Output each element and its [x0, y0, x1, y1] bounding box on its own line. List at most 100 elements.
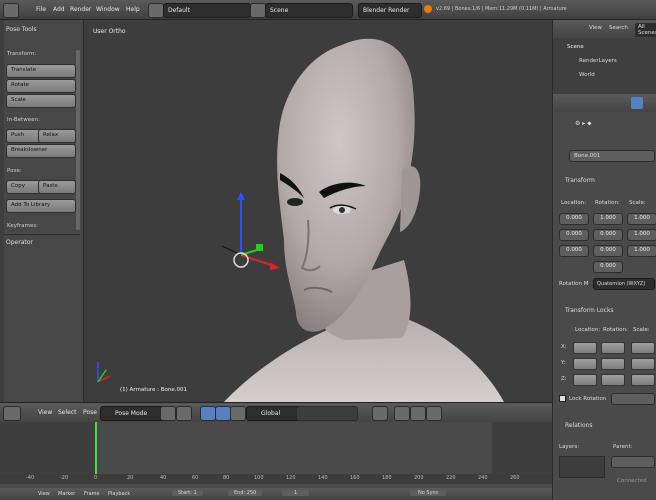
- outliner-view-menu[interactable]: View: [589, 25, 602, 31]
- bone-name-field[interactable]: Bone.001: [569, 150, 655, 162]
- outliner-tree[interactable]: Scene RenderLayers World: [553, 38, 656, 94]
- orientation-select[interactable]: Global: [246, 406, 302, 421]
- start-frame-field[interactable]: Start: 1: [172, 490, 203, 496]
- rotate-button[interactable]: Rotate: [6, 79, 76, 93]
- menu-pose[interactable]: Pose: [83, 409, 97, 416]
- lock-scale-y[interactable]: [631, 358, 655, 370]
- relax-button[interactable]: Relax: [38, 129, 76, 143]
- lock-scale-z[interactable]: [631, 374, 655, 386]
- lock-rotation-y[interactable]: [601, 358, 625, 370]
- 3d-viewport[interactable]: User Ortho (1) Armature: Bone.001: [84, 20, 552, 402]
- operator-panel-title[interactable]: Operator: [6, 239, 33, 246]
- end-frame-field[interactable]: End: 250: [228, 490, 263, 496]
- scale-z[interactable]: 1.000: [627, 245, 656, 257]
- add-to-library-button[interactable]: Add To Library: [6, 199, 76, 213]
- menu-select[interactable]: Select: [58, 409, 77, 416]
- screen-layout-icon[interactable]: [148, 3, 164, 18]
- bone-tab-icon[interactable]: [631, 97, 643, 109]
- lock-scale-x[interactable]: [631, 342, 655, 354]
- push-button[interactable]: Push: [6, 129, 42, 143]
- translate-button[interactable]: Translate: [6, 64, 76, 78]
- lock-layer-icon[interactable]: [372, 406, 388, 421]
- timeline-negative-range: [0, 422, 95, 474]
- scale-y[interactable]: 1.000: [627, 229, 656, 241]
- editor-type-icon[interactable]: [3, 3, 19, 18]
- rotate-manip-icon[interactable]: [230, 406, 246, 421]
- lock-location-y[interactable]: [573, 358, 597, 370]
- lock-rotation-checkbox[interactable]: [559, 395, 566, 402]
- outliner-item-world[interactable]: World: [579, 72, 595, 78]
- outliner-search-menu[interactable]: Search: [609, 25, 628, 31]
- properties-tabs[interactable]: [553, 94, 656, 112]
- lock-rotation-w-field[interactable]: [611, 393, 655, 405]
- copy-pose-button[interactable]: Copy: [6, 180, 42, 194]
- rotation-mode-label: Rotation M: [559, 281, 589, 287]
- tool-tab-strip[interactable]: [0, 20, 4, 402]
- lock-location-x[interactable]: [573, 342, 597, 354]
- info-header: File Add Render Window Help Default Scen…: [0, 0, 656, 20]
- outliner-item-renderlayers[interactable]: RenderLayers: [579, 58, 617, 64]
- menu-help[interactable]: Help: [126, 6, 140, 13]
- render-engine-select[interactable]: Blender Render: [358, 3, 422, 18]
- location-x[interactable]: 0.000: [559, 213, 589, 225]
- menu-playback[interactable]: Playback: [108, 491, 130, 497]
- snap-icon[interactable]: [394, 406, 410, 421]
- translate-manip-icon[interactable]: [215, 406, 231, 421]
- rotation-x[interactable]: 0.000: [593, 229, 623, 241]
- transform-label: Transform:: [7, 51, 37, 57]
- pose-tools-title[interactable]: Pose Tools: [6, 26, 37, 33]
- breakdowner-button[interactable]: Breakdowner: [6, 144, 76, 158]
- paste-pose-icon[interactable]: [426, 406, 442, 421]
- scale-button[interactable]: Scale: [6, 94, 76, 108]
- character-head-model: [97, 38, 504, 402]
- scene-select[interactable]: Scene: [265, 3, 353, 18]
- rotation-y[interactable]: 0.000: [593, 245, 623, 257]
- sync-select[interactable]: No Sync: [410, 490, 447, 496]
- rotation-w[interactable]: 1.000: [593, 213, 623, 225]
- menu-add[interactable]: Add: [53, 6, 65, 13]
- scale-header: Scale:: [629, 200, 646, 206]
- lock-location-z[interactable]: [573, 374, 597, 386]
- rotation-z[interactable]: 0.000: [593, 261, 623, 273]
- mode-select[interactable]: Pose Mode: [100, 406, 168, 421]
- in-between-label: In-Between:: [7, 117, 40, 123]
- scene-icon[interactable]: [250, 3, 266, 18]
- screen-layout-select[interactable]: Default: [163, 3, 251, 18]
- parent-field[interactable]: [611, 456, 655, 468]
- lock-rotation-z[interactable]: [601, 374, 625, 386]
- current-frame-field[interactable]: 1: [282, 490, 310, 496]
- menu-frame[interactable]: Frame: [84, 491, 100, 497]
- menu-file[interactable]: File: [36, 6, 46, 13]
- manipulator-icon[interactable]: [200, 406, 216, 421]
- menu-view[interactable]: View: [38, 409, 52, 416]
- paste-pose-button[interactable]: Paste: [38, 180, 76, 194]
- layers-grid[interactable]: [296, 406, 358, 421]
- transform-locks-title[interactable]: Transform Locks: [565, 307, 614, 314]
- bone-layers-grid[interactable]: [559, 456, 605, 478]
- scale-x[interactable]: 1.000: [627, 213, 656, 225]
- menu-render[interactable]: Render: [70, 6, 91, 13]
- lock-rotation-x[interactable]: [601, 342, 625, 354]
- tick: 40: [160, 475, 167, 481]
- tick: -20: [60, 475, 69, 481]
- outliner-header: View Search All Scenes: [553, 20, 656, 38]
- pivot-icon[interactable]: [176, 406, 192, 421]
- shading-icon[interactable]: [160, 406, 176, 421]
- current-frame-line[interactable]: [95, 422, 97, 474]
- copy-pose-icon[interactable]: [410, 406, 426, 421]
- rotation-mode-select[interactable]: Quaternion (WXYZ): [593, 278, 655, 290]
- location-y[interactable]: 0.000: [559, 229, 589, 241]
- outliner-item-scene[interactable]: Scene: [567, 44, 584, 50]
- outliner-display-select[interactable]: All Scenes: [635, 23, 656, 37]
- toolshelf-scrollbar[interactable]: [76, 50, 80, 230]
- timeline-ruler[interactable]: -40 -20 0 20 40 60 80 100 120 140 160 18…: [0, 474, 552, 484]
- parent-label: Parent:: [613, 444, 633, 450]
- editor-type-icon[interactable]: [3, 406, 21, 421]
- menu-window[interactable]: Window: [96, 6, 120, 13]
- relations-panel-title[interactable]: Relations: [565, 422, 593, 429]
- transform-panel-title[interactable]: Transform: [565, 177, 595, 184]
- properties-editor: View Search All Scenes Scene RenderLayer…: [552, 20, 656, 500]
- menu-marker[interactable]: Marker: [58, 491, 75, 497]
- location-z[interactable]: 0.000: [559, 245, 589, 257]
- menu-view[interactable]: View: [38, 491, 50, 497]
